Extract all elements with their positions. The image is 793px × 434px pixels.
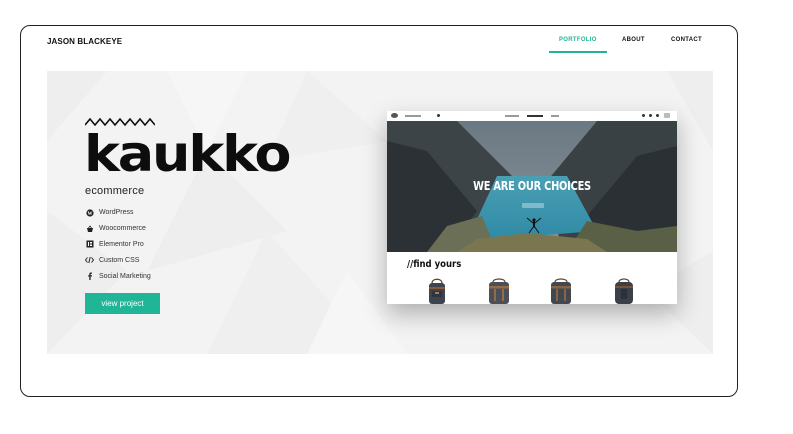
preview-logo-icon xyxy=(391,113,398,118)
tech-label: Elementor Pro xyxy=(99,240,144,248)
preview-nav-item xyxy=(505,114,519,117)
svg-text:W: W xyxy=(87,212,92,217)
project-logo: kaukko xyxy=(84,125,291,183)
preview-nav-item xyxy=(551,114,559,117)
backpack-product-image xyxy=(615,278,633,304)
code-icon xyxy=(85,256,94,265)
wordpress-icon: W xyxy=(85,208,94,217)
backpack-product-image xyxy=(489,278,509,304)
preview-menu-icon xyxy=(664,113,670,118)
project-hero: kaukko ecommerce W WordPress Woocommerce… xyxy=(47,71,713,354)
tech-label: Social Marketing xyxy=(99,272,151,280)
preview-find-heading: //find yours xyxy=(407,259,462,270)
nav-active-indicator xyxy=(549,51,607,53)
tech-label: Custom CSS xyxy=(99,256,140,264)
tech-item-css: Custom CSS xyxy=(85,252,151,268)
tech-list: W WordPress Woocommerce Elementor Pro Cu… xyxy=(85,205,151,284)
preview-hero-button xyxy=(522,203,544,208)
site-brand[interactable]: JASON BLACKEYE xyxy=(47,37,122,46)
browser-frame: JASON BLACKEYE PORTFOLIO ABOUT CONTACT k… xyxy=(20,25,738,397)
nav-contact[interactable]: CONTACT xyxy=(671,37,702,43)
tech-item-social: Social Marketing xyxy=(85,268,151,284)
tech-item-wordpress: W WordPress xyxy=(85,205,151,221)
elementor-icon xyxy=(85,240,94,249)
tech-item-elementor: Elementor Pro xyxy=(85,237,151,253)
nav-about[interactable]: ABOUT xyxy=(622,37,645,43)
project-subtitle: ecommerce xyxy=(85,185,145,197)
preview-heart-icon xyxy=(656,114,659,117)
basket-icon xyxy=(85,224,94,233)
preview-hero-image: WE ARE OUR CHOICES xyxy=(387,121,677,252)
backpack-product-image xyxy=(429,278,445,304)
tech-label: Woocommerce xyxy=(99,225,146,233)
backpack-product-image xyxy=(551,278,571,304)
nav-portfolio[interactable]: PORTFOLIO xyxy=(559,37,597,43)
preview-search-icon xyxy=(437,114,440,117)
preview-user-icon xyxy=(649,114,652,117)
tech-item-woocommerce: Woocommerce xyxy=(85,221,151,237)
preview-nav-item xyxy=(527,114,543,117)
tech-label: WordPress xyxy=(99,209,134,217)
view-project-button[interactable]: view project xyxy=(85,293,160,314)
preview-cart-icon xyxy=(642,114,645,117)
preview-navbar xyxy=(387,111,677,121)
facebook-icon xyxy=(85,272,94,281)
preview-nav-item xyxy=(405,114,421,117)
website-preview-screenshot[interactable]: WE ARE OUR CHOICES //find yours xyxy=(387,111,677,304)
preview-hero-heading: WE ARE OUR CHOICES xyxy=(473,179,591,193)
